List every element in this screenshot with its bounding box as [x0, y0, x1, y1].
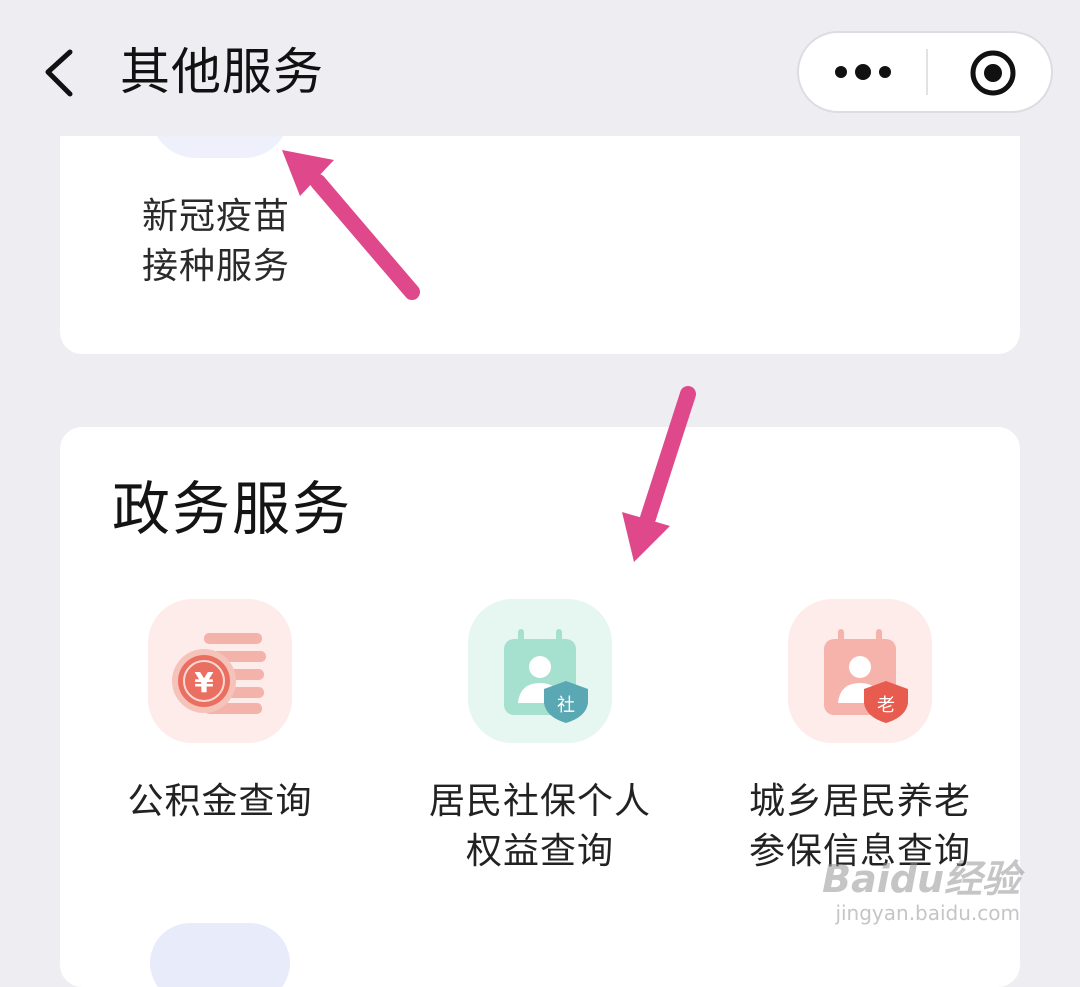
svg-text:老: 老 [877, 695, 895, 716]
vaccine-service-item[interactable]: 新冠疫苗 接种服务 [142, 192, 290, 292]
target-circle-icon [970, 50, 1016, 96]
yuan-coins-icon: ¥ [148, 599, 292, 743]
more-button[interactable] [799, 33, 927, 111]
next-service-icon[interactable] [150, 923, 290, 987]
vaccine-label-line2: 接种服务 [142, 246, 291, 287]
section-title: 政务服务 [112, 475, 353, 543]
svg-text:社: 社 [557, 695, 575, 716]
close-button[interactable] [929, 33, 1051, 111]
vaccine-service-card: 新冠疫苗 接种服务 [60, 136, 1020, 354]
capsule-divider [926, 49, 928, 95]
watermark: Baidu经验 jingyan.baidu.com [822, 857, 1020, 925]
service-label: 公积金查询 [127, 781, 313, 822]
service-item-social-security[interactable]: 社 居民社保个人 权益查询 [380, 599, 700, 877]
page-title: 其他服务 [120, 43, 324, 101]
service-item-housing-fund[interactable]: ¥ 公积金查询 [60, 599, 380, 827]
service-label: 居民社保个人 权益查询 [428, 781, 651, 872]
vaccine-icon[interactable] [150, 136, 290, 158]
pension-calendar-icon: 老 [788, 599, 932, 743]
vaccine-label-line1: 新冠疫苗 [142, 196, 291, 237]
service-item-pension[interactable]: 老 城乡居民养老 参保信息查询 [700, 599, 1020, 877]
svg-text:¥: ¥ [194, 666, 214, 699]
chevron-left-icon[interactable] [34, 44, 90, 100]
mini-program-capsule [797, 31, 1053, 113]
social-security-calendar-icon: 社 [468, 599, 612, 743]
more-dots-icon [835, 64, 891, 80]
nav-bar: 其他服务 [0, 0, 1080, 136]
